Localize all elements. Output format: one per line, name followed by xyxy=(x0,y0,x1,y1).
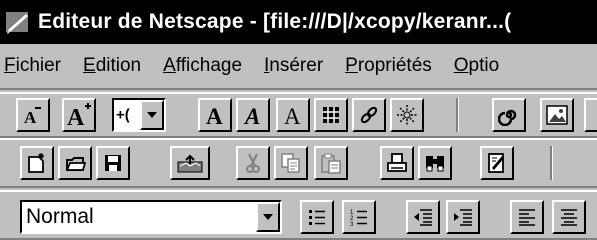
spiral-icon xyxy=(498,104,520,126)
character-format-toolbar: A A +( A A A xyxy=(0,92,597,138)
menu-fichier[interactable]: Fichier xyxy=(4,55,61,77)
chevron-down-icon[interactable] xyxy=(256,202,280,232)
file-toolbar xyxy=(0,138,597,188)
bullet-list-icon xyxy=(307,207,327,227)
window-title: Editeur de Netscape - [file:///D|/xcopy/… xyxy=(38,10,512,33)
paragraph-style-value: Normal xyxy=(26,205,94,228)
menu-affichage[interactable]: Affichage xyxy=(163,55,242,77)
menu-options[interactable]: Optio xyxy=(454,55,499,77)
target-icon xyxy=(395,103,419,127)
cut-icon xyxy=(243,152,263,174)
cut-button[interactable] xyxy=(236,146,270,180)
italic-icon: A xyxy=(241,103,265,127)
table-icon xyxy=(322,106,340,124)
copy-icon xyxy=(280,152,302,174)
numbered-list-button[interactable]: 123 xyxy=(342,200,376,234)
image-icon xyxy=(546,105,568,125)
menu-edition[interactable]: Edition xyxy=(83,55,141,77)
indent-icon xyxy=(452,207,474,227)
new-document-icon xyxy=(26,152,48,174)
numbered-list-icon: 123 xyxy=(349,207,369,227)
toolbar-separator xyxy=(550,146,553,180)
menu-inserer[interactable]: Insérer xyxy=(264,55,323,77)
paste-button[interactable] xyxy=(314,146,348,180)
table-button[interactable] xyxy=(314,98,348,132)
spellcheck-button[interactable] xyxy=(492,98,526,132)
chevron-down-icon[interactable] xyxy=(140,100,164,130)
title-bar[interactable]: Editeur de Netscape - [file:///D|/xcopy/… xyxy=(0,0,597,44)
fixed-width-icon: A xyxy=(281,103,305,127)
target-button[interactable] xyxy=(390,98,424,132)
align-center-button[interactable] xyxy=(552,200,586,234)
decrease-font-size-button[interactable]: A xyxy=(16,98,50,132)
save-button[interactable] xyxy=(96,146,130,180)
outdent-icon xyxy=(412,207,434,227)
align-left-icon xyxy=(517,207,537,227)
bold-icon: A xyxy=(203,103,227,127)
link-button[interactable] xyxy=(352,98,386,132)
netscape-editor-icon xyxy=(4,8,32,36)
increase-font-size-button[interactable]: A xyxy=(62,98,96,132)
editor-window: Editeur de Netscape - [file:///D|/xcopy/… xyxy=(0,0,597,240)
print-icon xyxy=(386,152,408,174)
open-icon xyxy=(64,152,86,174)
publish-icon xyxy=(176,152,204,174)
increase-font-size-icon: A xyxy=(65,102,93,128)
italic-button[interactable]: A xyxy=(236,98,270,132)
edit-source-button[interactable] xyxy=(480,146,514,180)
new-document-button[interactable] xyxy=(20,146,54,180)
font-size-value: +( xyxy=(116,106,130,124)
paragraph-style-select[interactable]: Normal xyxy=(20,200,282,234)
link-icon xyxy=(358,104,380,126)
svg-text:A: A xyxy=(284,104,301,127)
copy-button[interactable] xyxy=(274,146,308,180)
svg-text:A: A xyxy=(67,105,85,128)
menu-proprietes[interactable]: Propriétés xyxy=(345,55,432,77)
svg-text:3: 3 xyxy=(350,222,354,227)
insert-image-button[interactable] xyxy=(540,98,574,132)
svg-text:A: A xyxy=(24,108,37,127)
print-button[interactable] xyxy=(380,146,414,180)
increase-indent-button[interactable] xyxy=(446,200,480,234)
find-icon xyxy=(424,152,446,174)
toolbar-separator xyxy=(456,98,459,132)
save-icon xyxy=(103,153,123,173)
decrease-indent-button[interactable] xyxy=(406,200,440,234)
bold-button[interactable]: A xyxy=(198,98,232,132)
font-size-select[interactable]: +( xyxy=(112,98,166,132)
decrease-font-size-icon: A xyxy=(21,103,45,127)
paste-icon xyxy=(320,152,342,174)
edit-source-icon xyxy=(486,152,508,174)
menu-bar: Fichier Edition Affichage Insérer Propri… xyxy=(0,44,597,90)
fixed-width-button[interactable]: A xyxy=(276,98,310,132)
bullet-list-button[interactable] xyxy=(300,200,334,234)
publish-button[interactable] xyxy=(170,146,210,180)
align-left-button[interactable] xyxy=(510,200,544,234)
svg-text:A: A xyxy=(206,104,223,127)
paragraph-toolbar: Normal 123 xyxy=(0,190,597,240)
svg-text:A: A xyxy=(243,104,260,127)
toolbar-overflow-button[interactable] xyxy=(584,98,597,132)
find-button[interactable] xyxy=(418,146,452,180)
align-center-icon xyxy=(559,207,579,227)
open-button[interactable] xyxy=(58,146,92,180)
